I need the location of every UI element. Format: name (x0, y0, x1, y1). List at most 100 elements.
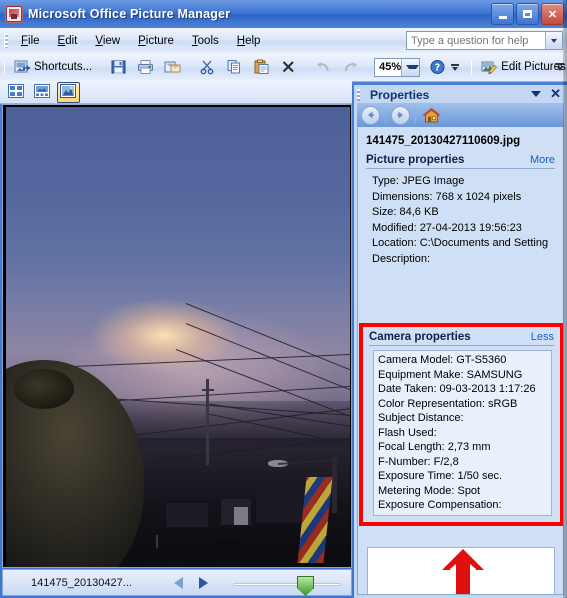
picture-property-row: Description: (372, 252, 431, 265)
home-icon (421, 107, 441, 124)
edit-toolbar-grip-handle[interactable] (471, 59, 473, 75)
help-button[interactable]: ? (424, 55, 451, 79)
menu-help[interactable]: Help (228, 32, 270, 50)
menu-tools-label: ools (197, 34, 219, 47)
menu-tools[interactable]: Tools (183, 32, 228, 50)
single-picture-view-button[interactable] (57, 81, 80, 103)
next-image-button[interactable] (198, 576, 208, 589)
properties-filename: 141475_20130427110609.jpg (366, 135, 521, 147)
email-icon (164, 59, 181, 75)
chevron-down-icon[interactable] (531, 90, 542, 97)
camera-property-row: Metering Mode: Spot (378, 484, 481, 497)
picture-properties-title: Picture properties (366, 154, 465, 166)
help-question-icon: ? (429, 59, 446, 75)
redo-arrow-icon (342, 59, 359, 75)
save-button[interactable] (105, 55, 132, 79)
image-viewer-pane[interactable] (2, 104, 352, 568)
menu-picture-label: icture (145, 34, 174, 47)
picture-property-row: Size: 84,6 KB (372, 206, 439, 218)
menu-bar: File Edit View Picture Tools Help (0, 28, 567, 53)
photo-canvas (6, 107, 350, 567)
picture-manager-window: Microsoft Office Picture Manager ✕ File … (0, 0, 567, 598)
shortcuts-button[interactable]: Shortcuts... (9, 55, 97, 79)
zoom-slider[interactable] (233, 576, 341, 596)
title-bar: Microsoft Office Picture Manager ✕ (0, 0, 567, 28)
camera-property-row: Exposure Compensation: (378, 499, 502, 511)
menu-picture[interactable]: Picture (129, 32, 183, 50)
help-search-dropdown-button[interactable] (545, 32, 562, 49)
menu-file[interactable]: File (12, 32, 49, 50)
thumbnail-view-button[interactable] (5, 82, 28, 103)
menu-file-label: ile (28, 34, 40, 47)
camera-properties-section: Camera properties Less Camera Model: GT-… (365, 331, 558, 516)
copy-icon (226, 59, 243, 75)
zoom-slider-track (233, 583, 341, 586)
properties-navigation-bar (357, 103, 564, 127)
filmstrip-view-icon (34, 84, 51, 100)
chevron-down-icon (406, 65, 420, 69)
zoom-dropdown-button[interactable] (401, 58, 420, 76)
properties-grip-handle[interactable] (357, 89, 360, 101)
zoom-level-value: 45% (379, 61, 402, 73)
minimize-button[interactable] (491, 3, 514, 25)
paste-button[interactable] (248, 55, 275, 79)
print-button[interactable] (132, 55, 159, 79)
help-search-input[interactable] (407, 33, 545, 48)
delete-button[interactable] (275, 55, 302, 79)
home-button[interactable] (421, 106, 441, 125)
picture-property-row: Location: C:\Documents and Setting (372, 237, 549, 249)
properties-header: Properties ✕ (354, 85, 567, 105)
picture-properties-header: Picture properties More (366, 154, 555, 169)
maximize-button[interactable] (516, 3, 539, 25)
view-mode-toolbar (0, 81, 352, 104)
thumbnail-view-icon (8, 84, 25, 100)
close-button[interactable]: ✕ (541, 3, 564, 25)
undo-button[interactable] (310, 55, 337, 79)
picture-property-row: Modified: 27-04-2013 19:56:23 (372, 221, 522, 234)
camera-properties-list: Camera Model: GT-S5360 Equipment Make: S… (373, 350, 552, 516)
cut-button[interactable] (194, 55, 221, 79)
save-icon (110, 59, 127, 75)
up-arrow-annotation-icon (440, 548, 486, 594)
close-icon[interactable]: ✕ (550, 87, 561, 100)
filmstrip-view-button[interactable] (31, 82, 54, 103)
menu-edit[interactable]: Edit (49, 32, 87, 50)
camera-properties-title: Camera properties (369, 331, 471, 343)
nav-separator-2 (415, 107, 416, 123)
previous-image-button[interactable] (173, 576, 183, 589)
delete-x-icon (280, 59, 297, 75)
standard-toolbar: Shortcuts... 45% ? Edit Pictures (0, 53, 567, 82)
toolbar-grip-handle[interactable] (4, 59, 5, 75)
email-button[interactable] (159, 55, 186, 79)
menu-grip-handle[interactable] (4, 33, 8, 48)
shortcuts-label: Shortcuts... (34, 61, 93, 73)
properties-content: 141475_20130427110609.jpg Picture proper… (357, 127, 564, 595)
copy-button[interactable] (221, 55, 248, 79)
properties-task-pane: Properties ✕ 141475_20130427110609.jpg P… (354, 85, 567, 598)
toolbar-overflow-button-1[interactable] (451, 56, 460, 78)
forward-button[interactable] (391, 105, 410, 125)
scissors-icon (199, 59, 216, 75)
menu-help-label: elp (245, 34, 261, 47)
camera-properties-header: Camera properties Less (369, 331, 554, 346)
properties-header-buttons: ✕ (531, 87, 561, 100)
menu-view[interactable]: View (86, 32, 129, 50)
camera-properties-less-link[interactable]: Less (531, 331, 554, 343)
image-navigation (173, 576, 208, 589)
current-file-label: 141475_20130427... (31, 576, 132, 589)
help-search-box (406, 31, 563, 50)
edit-pictures-icon (481, 59, 498, 75)
back-button[interactable] (361, 105, 380, 125)
camera-property-row: Camera Model: GT-S5360 (378, 354, 507, 366)
image-status-bar: 141475_20130427... (2, 569, 352, 596)
camera-property-row: Color Representation: sRGB (378, 397, 518, 410)
picture-properties-more-link[interactable]: More (530, 154, 555, 166)
zoom-slider-thumb[interactable] (297, 576, 314, 596)
zoom-level-combobox[interactable]: 45% (374, 57, 421, 77)
picture-property-row: Dimensions: 768 x 1024 pixels (372, 190, 522, 203)
camera-property-row: Exposure Time: 1/50 sec. (378, 470, 503, 482)
nav-separator-1 (385, 107, 386, 123)
svg-text:?: ? (435, 63, 441, 74)
redo-button[interactable] (337, 55, 364, 79)
shortcuts-icon (14, 59, 31, 75)
